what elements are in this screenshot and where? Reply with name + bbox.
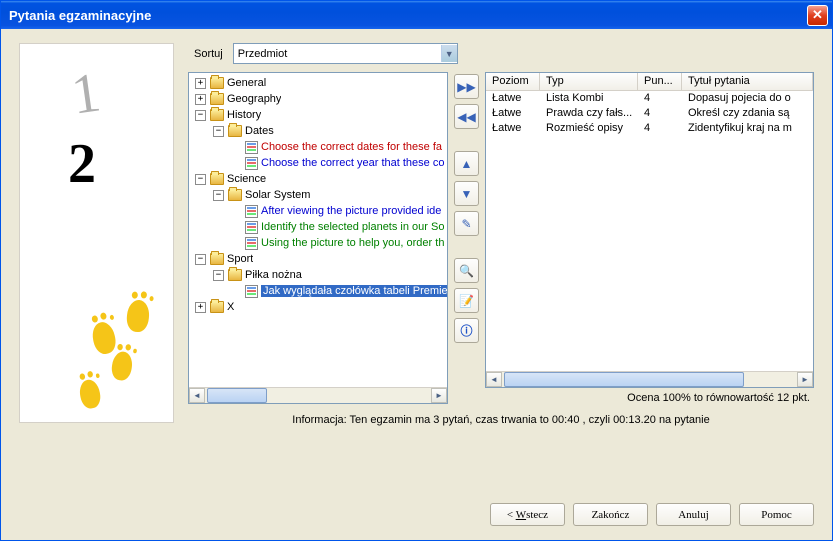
folder-icon <box>228 189 242 201</box>
col-header-tytul[interactable]: Tytuł pytania <box>682 73 813 90</box>
tree-item-dates[interactable]: Dates <box>245 125 274 137</box>
wizard-image: 1 2 <box>19 43 174 423</box>
selected-questions-table[interactable]: Poziom Typ Pun... Tytuł pytania Łatwe Li… <box>485 72 814 388</box>
tree-question[interactable]: Using the picture to help you, order th <box>261 237 444 249</box>
footer-buttons: < Wstecz Zakończ Anuluj Pomoc <box>490 503 814 526</box>
table-row[interactable]: Łatwe Lista Kombi 4 Dopasuj pojecia do o <box>486 91 813 106</box>
expander-icon[interactable]: − <box>195 254 206 265</box>
back-button[interactable]: < Wstecz <box>490 503 565 526</box>
tree-item-solar[interactable]: Solar System <box>245 189 310 201</box>
scroll-right-icon[interactable]: ► <box>431 388 447 403</box>
tree-item-sport[interactable]: Sport <box>227 253 253 265</box>
questions-tree[interactable]: +General +Geography −History −Dates Choo… <box>188 72 448 404</box>
folder-icon <box>210 301 224 313</box>
document-icon <box>245 237 258 250</box>
edit-button[interactable]: ✎ <box>454 211 479 236</box>
footprints-icon <box>73 302 163 412</box>
tree-question[interactable]: After viewing the picture provided ide <box>261 205 441 217</box>
score-text: Ocena 100% to równowartość 12 pkt. <box>485 388 814 404</box>
info-text: Informacja: Ten egzamin ma 3 pytań, czas… <box>188 404 814 426</box>
scroll-thumb[interactable] <box>504 372 744 387</box>
expander-icon[interactable]: − <box>195 174 206 185</box>
tree-hscrollbar[interactable]: ◄ ► <box>189 387 447 403</box>
tree-item-geography[interactable]: Geography <box>227 93 281 105</box>
expander-icon[interactable]: − <box>195 110 206 121</box>
tree-question[interactable]: Choose the correct year that these co <box>261 157 444 169</box>
info-button[interactable]: ⓘ <box>454 318 479 343</box>
preview-button[interactable]: 🔍 <box>454 258 479 283</box>
cancel-button[interactable]: Anuluj <box>656 503 731 526</box>
tool-buttons-column: ▶▶ ◀◀ ▲ ▼ ✎ 🔍 📝 ⓘ <box>454 72 479 404</box>
expander-icon[interactable]: + <box>195 78 206 89</box>
folder-icon <box>210 109 224 121</box>
dialog-window: Pytania egzaminacyjne ✕ 1 2 Sortuj Przed… <box>0 0 833 541</box>
col-header-typ[interactable]: Typ <box>540 73 638 90</box>
col-header-pun[interactable]: Pun... <box>638 73 682 90</box>
move-up-button[interactable]: ▲ <box>454 151 479 176</box>
close-button[interactable]: ✕ <box>807 5 828 26</box>
tree-item-science[interactable]: Science <box>227 173 266 185</box>
folder-icon <box>210 253 224 265</box>
move-down-button[interactable]: ▼ <box>454 181 479 206</box>
col-header-poziom[interactable]: Poziom <box>486 73 540 90</box>
sort-label: Sortuj <box>194 48 223 60</box>
tree-item-history[interactable]: History <box>227 109 261 121</box>
document-icon <box>245 285 258 298</box>
table-hscrollbar[interactable]: ◄ ► <box>486 371 813 387</box>
table-row[interactable]: Łatwe Rozmieść opisy 4 Zidentyfikuj kraj… <box>486 121 813 136</box>
scroll-left-icon[interactable]: ◄ <box>189 388 205 403</box>
tree-item-general[interactable]: General <box>227 77 266 89</box>
content-area: 1 2 Sortuj Przedmiot ▼ <box>1 29 832 540</box>
table-header: Poziom Typ Pun... Tytuł pytania <box>486 73 813 91</box>
sort-value: Przedmiot <box>238 48 288 60</box>
scroll-right-icon[interactable]: ► <box>797 372 813 387</box>
document-icon <box>245 141 258 154</box>
table-row[interactable]: Łatwe Prawda czy fałs... 4 Określ czy zd… <box>486 106 813 121</box>
window-title: Pytania egzaminacyjne <box>9 8 807 23</box>
tree-question[interactable]: Choose the correct dates for these fa <box>261 141 442 153</box>
document-icon <box>245 221 258 234</box>
expander-icon[interactable]: − <box>213 190 224 201</box>
document-icon <box>245 205 258 218</box>
folder-icon <box>210 93 224 105</box>
titlebar: Pytania egzaminacyjne ✕ <box>1 1 832 29</box>
finish-button[interactable]: Zakończ <box>573 503 648 526</box>
scroll-left-icon[interactable]: ◄ <box>486 372 502 387</box>
add-all-button[interactable]: ▶▶ <box>454 74 479 99</box>
expander-icon[interactable]: + <box>195 302 206 313</box>
help-button[interactable]: Pomoc <box>739 503 814 526</box>
expander-icon[interactable]: − <box>213 126 224 137</box>
tree-item-pilka[interactable]: Piłka nożna <box>245 269 302 281</box>
document-icon <box>245 157 258 170</box>
folder-icon <box>228 269 242 281</box>
folder-icon <box>210 173 224 185</box>
folder-icon <box>228 125 242 137</box>
tree-question-selected[interactable]: Jak wyglądała czołówka tabeli Premie <box>261 285 447 297</box>
sort-combobox[interactable]: Przedmiot ▼ <box>233 43 458 64</box>
expander-icon[interactable]: − <box>213 270 224 281</box>
tree-question[interactable]: Identify the selected planets in our So <box>261 221 444 233</box>
step-1-glyph: 1 <box>68 60 105 127</box>
chevron-down-icon: ▼ <box>441 45 457 62</box>
expander-icon[interactable]: + <box>195 94 206 105</box>
tree-item-x[interactable]: X <box>227 301 234 313</box>
note-button[interactable]: 📝 <box>454 288 479 313</box>
folder-icon <box>210 77 224 89</box>
scroll-thumb[interactable] <box>207 388 267 403</box>
remove-all-button[interactable]: ◀◀ <box>454 104 479 129</box>
step-2-glyph: 2 <box>68 132 96 196</box>
